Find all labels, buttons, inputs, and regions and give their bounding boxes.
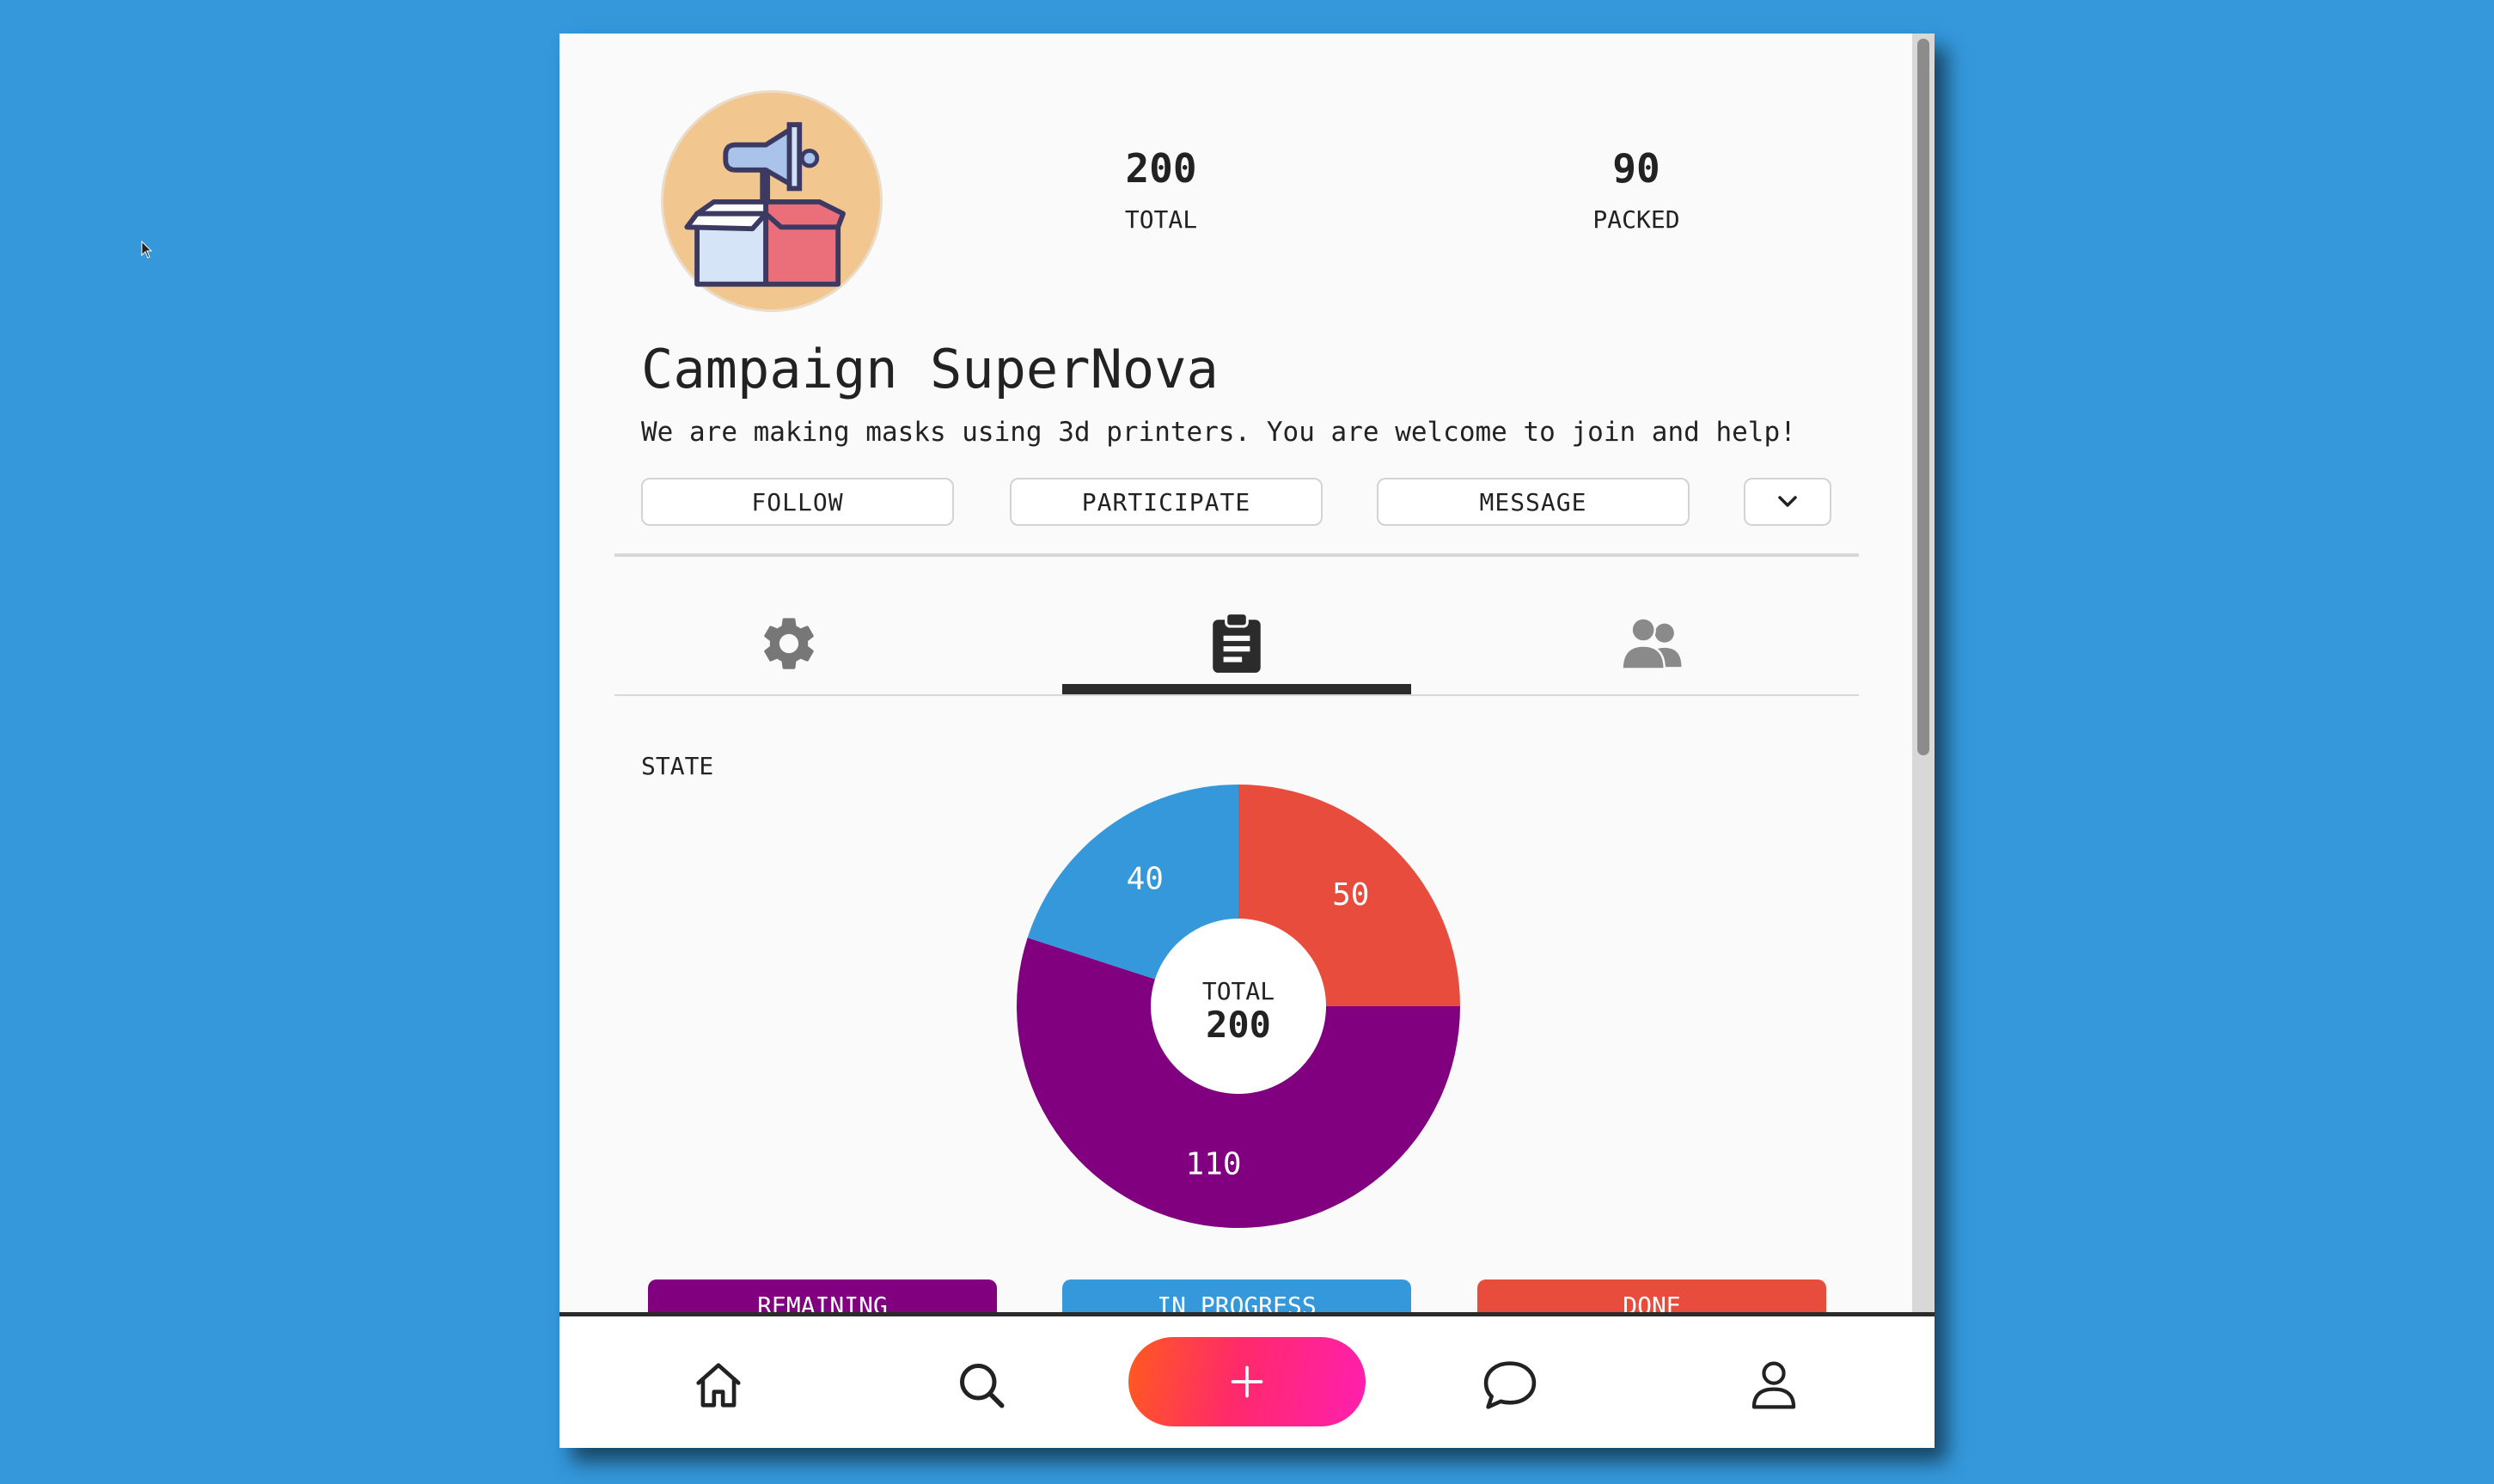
- packed-label: PACKED: [1592, 205, 1680, 234]
- add-button[interactable]: [1128, 1337, 1366, 1426]
- total-label: TOTAL: [1124, 205, 1198, 234]
- active-tab-indicator: [1062, 684, 1411, 694]
- tab-tasks[interactable]: [1062, 559, 1411, 728]
- plus-icon: [1231, 1365, 1263, 1398]
- scrollbar[interactable]: [1912, 34, 1935, 1312]
- donut-center-value: 200: [1206, 1004, 1271, 1046]
- donut-slice-label: 110: [1186, 1147, 1242, 1182]
- tab-settings[interactable]: [614, 559, 963, 728]
- total-value: 200: [1125, 145, 1197, 192]
- chat-icon: [1483, 1361, 1537, 1409]
- total-stat: 200 TOTAL: [1049, 145, 1273, 234]
- more-button[interactable]: [1744, 478, 1831, 526]
- packed-stat: 90 PACKED: [1525, 145, 1748, 234]
- donut-slice-label: 40: [1127, 861, 1164, 896]
- bottom-nav: [559, 1312, 1935, 1448]
- donut-center-label: TOTAL: [1202, 977, 1275, 1005]
- gear-icon: [764, 618, 814, 669]
- megaphone-box-icon: [684, 122, 846, 287]
- participate-button[interactable]: PARTICIPATE: [1010, 478, 1323, 526]
- tabs-bottom-divider: [614, 694, 1859, 696]
- tabs-top-divider: [614, 553, 1859, 557]
- search-icon: [960, 1364, 1005, 1408]
- campaign-avatar: [661, 90, 883, 312]
- home-icon: [696, 1363, 741, 1408]
- donut-slice-label: 50: [1332, 877, 1369, 913]
- nav-profile-button[interactable]: [1739, 1351, 1808, 1420]
- clipboard-icon: [1213, 612, 1261, 673]
- nav-home-button[interactable]: [684, 1351, 753, 1420]
- chevron-down-icon: [1778, 496, 1797, 507]
- campaign-window: 200 TOTAL 90 PACKED Campaign SuperNova W…: [559, 34, 1935, 1448]
- campaign-description: We are making masks using 3d printers. Y…: [641, 417, 1796, 448]
- tab-members[interactable]: [1477, 559, 1826, 728]
- message-button[interactable]: MESSAGE: [1377, 478, 1690, 526]
- scrollbar-thumb[interactable]: [1917, 39, 1929, 755]
- nav-chat-button[interactable]: [1476, 1351, 1544, 1420]
- campaign-title: Campaign SuperNova: [641, 338, 1219, 400]
- nav-search-button[interactable]: [947, 1351, 1016, 1420]
- profile-icon: [1751, 1361, 1796, 1409]
- state-heading: STATE: [641, 752, 714, 780]
- packed-value: 90: [1612, 145, 1660, 192]
- users-icon: [1621, 617, 1682, 670]
- follow-button[interactable]: FOLLOW: [641, 478, 954, 526]
- state-donut-chart: TOTAL 200 50 110 40: [1017, 785, 1460, 1228]
- mouse-cursor-icon: [141, 241, 153, 259]
